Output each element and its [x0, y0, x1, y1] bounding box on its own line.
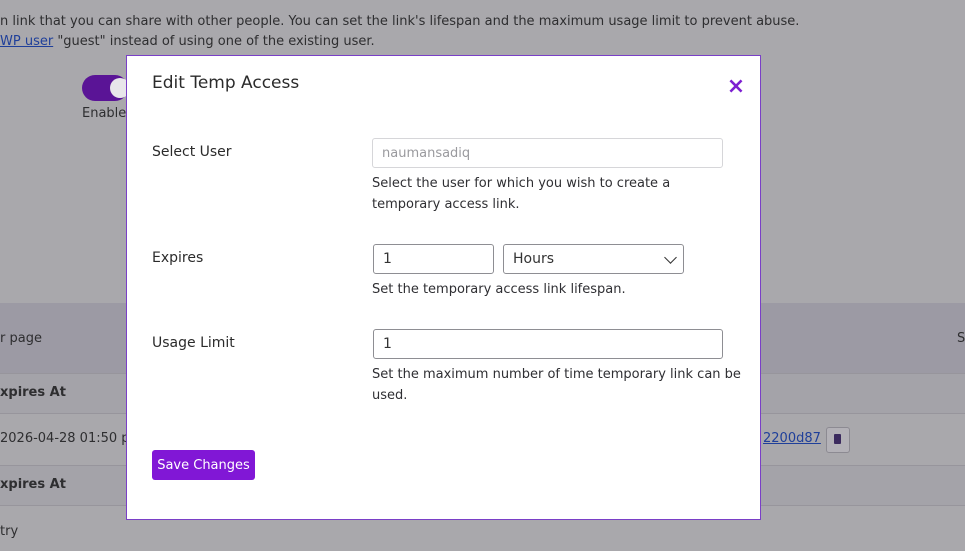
- save-changes-button[interactable]: Save Changes: [152, 450, 255, 480]
- select-user-help: Select the user for which you wish to cr…: [372, 176, 671, 212]
- row-expires-date: 2026-04-28 01:50 pm: [0, 431, 143, 446]
- copy-icon: [834, 434, 841, 444]
- expires-unit-value: Hours: [513, 251, 555, 267]
- select-user-label: Select User: [152, 144, 232, 160]
- edit-temp-access-modal: Edit Temp Access × Select User naumansad…: [126, 55, 761, 520]
- close-icon[interactable]: ×: [725, 76, 747, 98]
- enable-toggle[interactable]: [82, 75, 130, 101]
- row-access-link[interactable]: 2200d87: [763, 431, 821, 446]
- usage-limit-help: Set the maximum number of time temporary…: [372, 367, 741, 403]
- usage-limit-label: Usage Limit: [152, 335, 235, 351]
- expires-help: Set the temporary access link lifespan.: [372, 282, 626, 297]
- expires-value-input[interactable]: 1: [373, 244, 494, 274]
- right-edge-text: S: [957, 331, 965, 346]
- expires-unit-select[interactable]: Hours: [503, 244, 684, 274]
- footer-expires-at: xpires At: [0, 477, 66, 492]
- entry-count-text: try: [0, 524, 19, 539]
- usage-limit-input[interactable]: 1: [373, 329, 723, 359]
- header-expires-at: xpires At: [0, 385, 66, 400]
- intro-text-line-1: n link that you can share with other peo…: [0, 14, 800, 29]
- modal-title: Edit Temp Access: [152, 73, 300, 93]
- enable-label: Enable: [82, 106, 127, 121]
- intro-text-line-2: WP user "guest" instead of using one of …: [0, 34, 375, 49]
- wp-user-link[interactable]: WP user: [0, 34, 53, 49]
- copy-link-button[interactable]: [826, 427, 850, 453]
- select-user-input[interactable]: naumansadiq: [372, 138, 723, 168]
- per-page-label: r page: [0, 331, 42, 346]
- expires-label: Expires: [152, 250, 204, 266]
- intro-text-rest: "guest" instead of using one of the exis…: [53, 34, 375, 49]
- chevron-down-icon: [664, 251, 677, 264]
